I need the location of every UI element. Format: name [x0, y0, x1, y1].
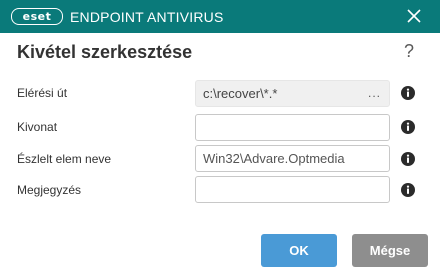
path-value: c:\recover\*.* [203, 86, 278, 101]
edit-exclusion-dialog: eset ENDPOINT ANTIVIRUS Kivétel szerkesz… [0, 0, 440, 279]
help-icon[interactable]: ? [404, 41, 414, 62]
eset-logo: eset [11, 8, 63, 25]
browse-button[interactable]: ... [368, 86, 381, 100]
comment-field[interactable] [195, 176, 390, 203]
comment-label: Megjegyzés [17, 183, 82, 197]
detection-name-value: Win32\Advare.Optmedia [203, 151, 345, 166]
info-icon [401, 183, 415, 197]
info-icon [401, 86, 415, 100]
hash-info-icon[interactable] [401, 120, 415, 134]
product-name: ENDPOINT ANTIVIRUS [70, 9, 224, 25]
detection-name-label: Észlelt elem neve [17, 152, 112, 166]
dialog-title: Kivétel szerkesztése [17, 42, 193, 62]
info-icon [401, 120, 415, 134]
logo-text: eset [22, 10, 52, 23]
close-icon [407, 9, 421, 23]
detection-name-field[interactable]: Win32\Advare.Optmedia [195, 145, 390, 172]
close-button[interactable] [406, 8, 422, 24]
detection-info-icon[interactable] [401, 152, 415, 166]
title-bar: eset ENDPOINT ANTIVIRUS [0, 0, 440, 33]
ok-button[interactable]: OK [261, 234, 337, 267]
cancel-button[interactable]: Mégse [352, 234, 428, 267]
path-label: Elérési út [17, 86, 68, 100]
path-field[interactable]: c:\recover\*.* ... [195, 80, 390, 107]
path-info-icon[interactable] [401, 86, 415, 100]
hash-label: Kivonat [17, 120, 58, 134]
hash-field[interactable] [195, 114, 390, 141]
info-icon [401, 152, 415, 166]
comment-info-icon[interactable] [401, 183, 415, 197]
